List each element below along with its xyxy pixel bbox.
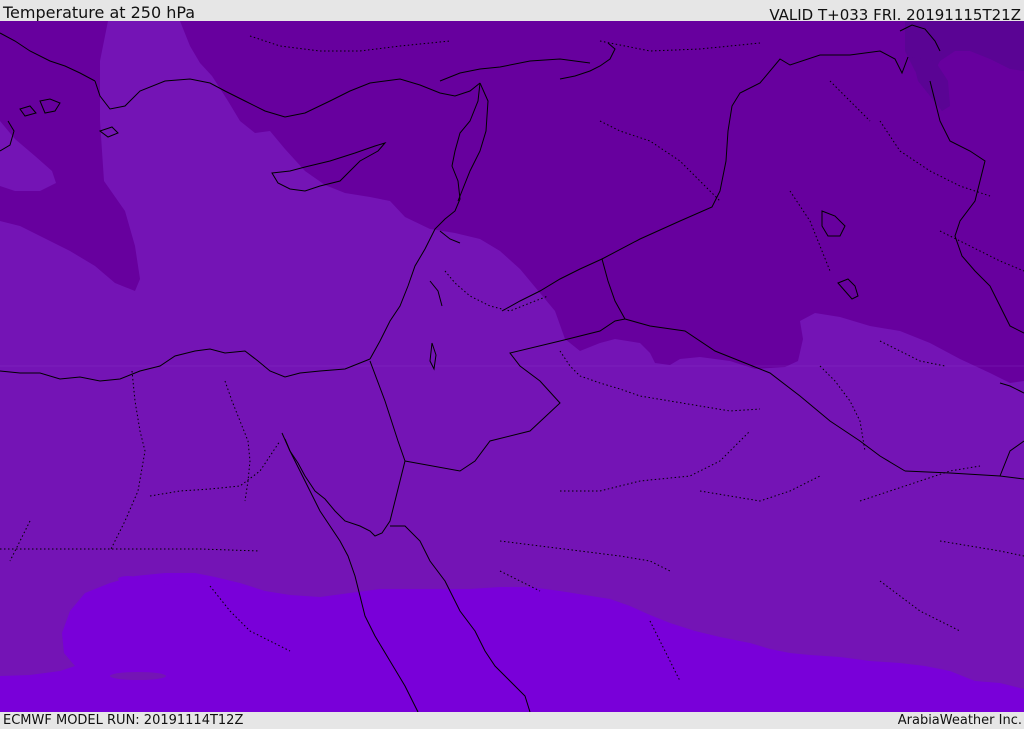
credit-label: ArabiaWeather Inc. (897, 713, 1022, 728)
map-canvas (0, 21, 1024, 712)
map-footer: ECMWF MODEL RUN: 20191114T12Z ArabiaWeat… (0, 712, 1024, 729)
temperature-blob-warm-2 (158, 577, 186, 585)
temperature-map[interactable] (0, 21, 1024, 712)
model-run-label: ECMWF MODEL RUN: 20191114T12Z (3, 713, 244, 728)
map-header: Temperature at 250 hPa VALID T+033 FRI. … (0, 0, 1024, 24)
temperature-blob-warm-3 (200, 577, 220, 585)
temperature-blob-warm-1 (118, 576, 138, 582)
map-title: Temperature at 250 hPa (3, 3, 196, 22)
temperature-blob-mid-1 (110, 672, 166, 680)
